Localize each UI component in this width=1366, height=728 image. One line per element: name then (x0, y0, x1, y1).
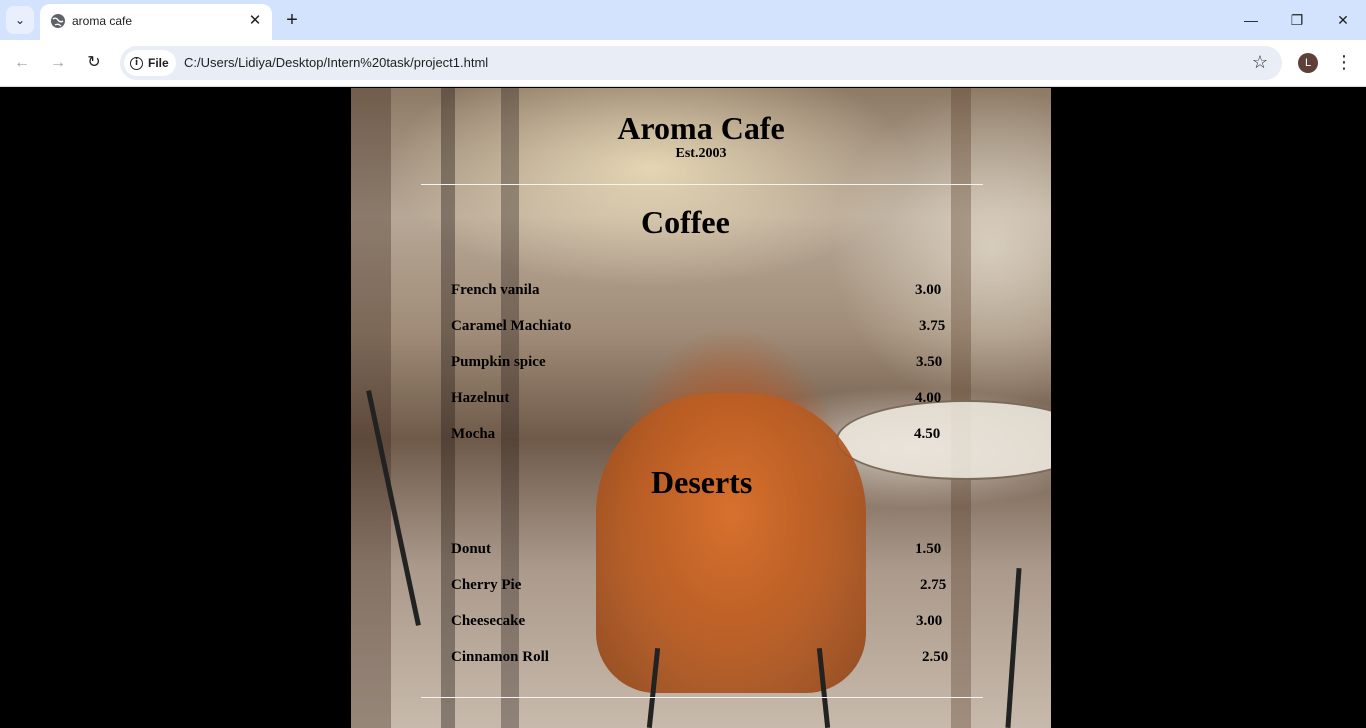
tab-strip: ⌄ aroma cafe ✕ + — ❐ ✕ (0, 0, 1366, 40)
minimize-button[interactable]: — (1236, 6, 1266, 34)
menu-item-price: 3.50 (916, 354, 943, 370)
chair-image (596, 393, 866, 693)
new-tab-button[interactable]: + (280, 8, 304, 32)
cafe-name-heading: Aroma Cafe (617, 110, 785, 146)
bottom-divider (421, 697, 983, 698)
section-title-deserts: Deserts (651, 464, 753, 500)
globe-icon (51, 14, 65, 28)
menu-card: Aroma Cafe Est.2003 Coffee French vanila… (351, 88, 1051, 728)
info-icon: i (130, 56, 143, 70)
tab-aroma-cafe[interactable]: aroma cafe ✕ (40, 4, 272, 40)
menu-item-name: Cheesecake (451, 613, 526, 629)
site-info-chip[interactable]: i File (124, 50, 176, 76)
url-text[interactable]: C:/Users/Lidiya/Desktop/Intern%20task/pr… (184, 55, 488, 70)
more-menu-icon[interactable]: ⋮ (1334, 50, 1354, 76)
bookmark-star-icon[interactable]: ☆ (1252, 52, 1268, 73)
close-tab-icon[interactable]: ✕ (246, 12, 264, 30)
menu-item-price: 1.50 (915, 541, 942, 557)
menu-item-price: 3.00 (915, 282, 942, 298)
profile-avatar[interactable]: L (1298, 53, 1318, 73)
chevron-down-icon: ⌄ (14, 13, 26, 27)
top-divider (421, 184, 983, 185)
menu-item-name: Mocha (451, 426, 496, 442)
reload-button[interactable]: ↻ (81, 50, 107, 76)
forward-button[interactable]: → (45, 50, 71, 76)
menu-item-price: 2.75 (920, 577, 947, 593)
tab-title: aroma cafe (72, 14, 133, 28)
restore-button[interactable]: ❐ (1282, 6, 1312, 34)
menu-item-name: Caramel Machiato (451, 318, 572, 334)
menu-item-price: 2.50 (922, 649, 949, 665)
table-image (836, 400, 1051, 480)
browser-toolbar: ← → ↻ i File C:/Users/Lidiya/Desktop/Int… (0, 40, 1366, 87)
menu-item-name: Pumpkin spice (451, 354, 546, 370)
menu-item-name: Cinnamon Roll (451, 649, 549, 665)
established-text: Est.2003 (675, 146, 727, 161)
back-button[interactable]: ← (9, 50, 35, 76)
close-window-button[interactable]: ✕ (1328, 6, 1358, 34)
address-bar[interactable]: i File C:/Users/Lidiya/Desktop/Intern%20… (120, 46, 1282, 80)
menu-item-price: 4.00 (915, 390, 942, 406)
menu-item-price: 3.00 (916, 613, 943, 629)
menu-item-price: 4.50 (914, 426, 941, 442)
section-title-coffee: Coffee (641, 204, 730, 240)
menu-item-price: 3.75 (919, 318, 946, 334)
page-viewport: Aroma Cafe Est.2003 Coffee French vanila… (0, 88, 1366, 728)
menu-item-name: Donut (451, 541, 492, 557)
tab-search-button[interactable]: ⌄ (6, 6, 34, 34)
menu-item-name: French vanila (451, 282, 540, 298)
menu-item-name: Cherry Pie (451, 577, 522, 593)
site-chip-label: File (148, 56, 169, 70)
menu-item-name: Hazelnut (451, 390, 510, 406)
